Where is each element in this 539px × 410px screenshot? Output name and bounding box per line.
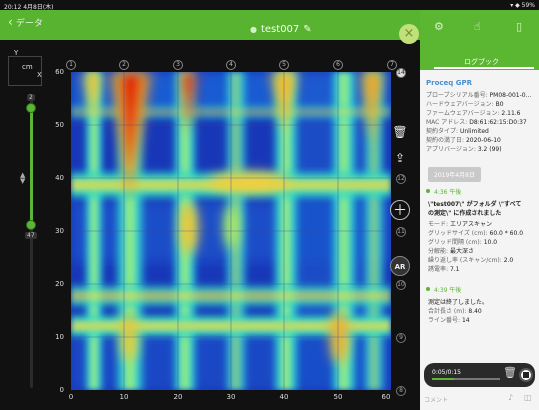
line-marker-x[interactable]: 6 <box>333 60 343 70</box>
tab-logbook[interactable]: ログブック <box>464 57 499 67</box>
camera-icon[interactable]: ◫ <box>524 393 532 402</box>
unit-x-label: X <box>37 71 42 79</box>
entry-detail: ライン番号: 14 <box>428 317 470 324</box>
entry-detail: グリッド間隔 (cm): 10.0 <box>428 239 498 246</box>
crosshair-button[interactable]: ＋ <box>390 200 410 220</box>
x-tick-label: 40 <box>279 393 289 401</box>
audio-player: 0:05/0:15 🗑 <box>424 363 535 387</box>
depth-slider-range <box>30 107 33 226</box>
prop-row: アプリバージョン: 3.2 (99) <box>426 146 502 153</box>
title-text: test007 <box>260 24 300 35</box>
unit-cm-label: cm <box>22 63 33 71</box>
player-progress[interactable] <box>432 378 500 380</box>
y-tick-label: 50 <box>55 121 64 129</box>
gpr-area-scan-plot[interactable] <box>71 72 391 390</box>
status-bar: 20:12 4月8日(木) ▾ ◆ 59% <box>0 0 539 11</box>
gear-icon[interactable]: ⚙ <box>434 20 444 33</box>
x-tick-label: 20 <box>173 393 183 401</box>
player-time: 0:05/0:15 <box>432 369 461 376</box>
entry-detail: 誘電率: 7.1 <box>428 266 460 273</box>
trash-icon[interactable]: 🗑 <box>503 366 517 379</box>
entry-time: 4:39 午後 <box>434 287 462 294</box>
line-marker-x[interactable]: 2 <box>119 60 129 70</box>
top-bar <box>0 10 420 40</box>
back-button[interactable]: ‹ データ <box>8 16 43 29</box>
line-marker-y[interactable]: 10 <box>396 280 406 290</box>
stop-button[interactable] <box>519 368 533 382</box>
close-button[interactable]: × <box>399 24 419 44</box>
depth-top-handle[interactable] <box>26 102 36 113</box>
date-chip: 2019年4月8日 <box>428 167 481 182</box>
page-title[interactable]: ● test007 ✎ <box>250 24 312 35</box>
stop-icon <box>523 372 529 378</box>
prop-row: プローブシリアル番号: PM08-001-0... <box>426 92 532 99</box>
x-tick-label: 60 <box>381 393 391 401</box>
line-marker-y[interactable]: 8 <box>396 386 406 396</box>
y-tick-label: 10 <box>55 333 64 341</box>
x-tick-label: 30 <box>226 393 236 401</box>
status-indicators: ▾ ◆ 59% <box>510 2 535 9</box>
entry-detail: モード: エリアスキャン <box>428 221 492 228</box>
line-marker-x[interactable]: 1 <box>66 60 76 70</box>
entry-detail: 繰り返し率 (スキャン/cm): 2.0 <box>428 257 514 264</box>
entry-text: の測定\" に作成されました <box>428 210 502 217</box>
chevron-left-icon: ‹ <box>8 15 13 29</box>
entry-text: \"test007\" がフォルダ \"すべて <box>428 201 522 208</box>
line-marker-x[interactable]: 7 <box>387 60 397 70</box>
ar-button[interactable]: AR <box>390 256 410 276</box>
line-marker-y[interactable]: 11 <box>396 227 406 237</box>
line-marker-x[interactable]: 4 <box>226 60 236 70</box>
prop-row: MAC アドレス: D8:61:62:15:D0:37 <box>426 119 527 126</box>
prop-row: ファームウェアバージョン: 2.11.6 <box>426 110 521 117</box>
x-tick-label: 0 <box>68 393 74 401</box>
entry-detail: 分解能: 最大深さ <box>428 248 474 255</box>
entry-bullet <box>426 287 430 291</box>
depth-bottom-handle[interactable] <box>26 220 36 231</box>
y-tick-label: 0 <box>59 386 64 394</box>
entry-text: 測定は終了しました。 <box>428 299 489 306</box>
line-marker-y[interactable]: 12 <box>396 174 406 184</box>
entry-time: 4:36 午後 <box>434 189 462 196</box>
up-down-arrows-icon: ▲ ▼ <box>20 171 26 185</box>
prop-row: 契約の満了日: 2020-06-10 <box>426 137 501 144</box>
unsaved-dot-icon: ● <box>250 25 257 34</box>
book-icon[interactable]: ▯ <box>516 20 522 33</box>
depth-top-value: 2 <box>27 93 35 101</box>
back-label: データ <box>15 19 43 29</box>
y-tick-label: 20 <box>55 280 64 288</box>
heatmap-svg <box>71 72 391 390</box>
pencil-icon[interactable]: ✎ <box>303 24 311 35</box>
entry-bullet <box>426 189 430 193</box>
player-progress-fill <box>432 378 455 380</box>
tab-underline <box>434 67 534 69</box>
line-marker-y[interactable]: 14 <box>396 68 406 78</box>
prop-row: ハードウェアバージョン: B0 <box>426 101 504 108</box>
device-name: Proceq GPR <box>426 79 473 87</box>
depth-bottom-value: 47 <box>25 232 37 240</box>
line-marker-x[interactable]: 3 <box>173 60 183 70</box>
x-tick-label: 10 <box>119 393 129 401</box>
person-icon[interactable]: ☝ <box>474 20 481 33</box>
y-tick-label: 40 <box>55 174 64 182</box>
status-time: 20:12 4月8日(木) <box>4 4 54 11</box>
entry-detail: グリッドサイズ (cm): 60.0 * 60.0 <box>428 230 524 237</box>
x-tick-label: 50 <box>333 393 343 401</box>
line-marker-y[interactable]: 9 <box>396 333 406 343</box>
microphone-icon[interactable]: ♪ <box>508 393 513 402</box>
line-marker-x[interactable]: 5 <box>279 60 289 70</box>
prop-row: 契約タイプ: Unlimited <box>426 128 489 135</box>
trash-icon[interactable]: 🗑 <box>390 122 410 142</box>
app-root: 20:12 4月8日(木) ▾ ◆ 59% ‹ データ ● test007 ✎ … <box>0 0 539 410</box>
entry-detail: 合計長さ (m): 8.40 <box>428 308 482 315</box>
y-tick-label: 30 <box>55 227 64 235</box>
y-tick-label: 60 <box>55 68 64 76</box>
share-icon[interactable]: ⇪ <box>390 148 410 168</box>
unit-y-label: Y <box>14 49 19 57</box>
logbook-panel: ⚙ ☝ ▯ ログブック Proceq GPR プローブシリアル番号: PM08-… <box>420 10 539 410</box>
comment-input[interactable]: コメント <box>424 395 448 404</box>
